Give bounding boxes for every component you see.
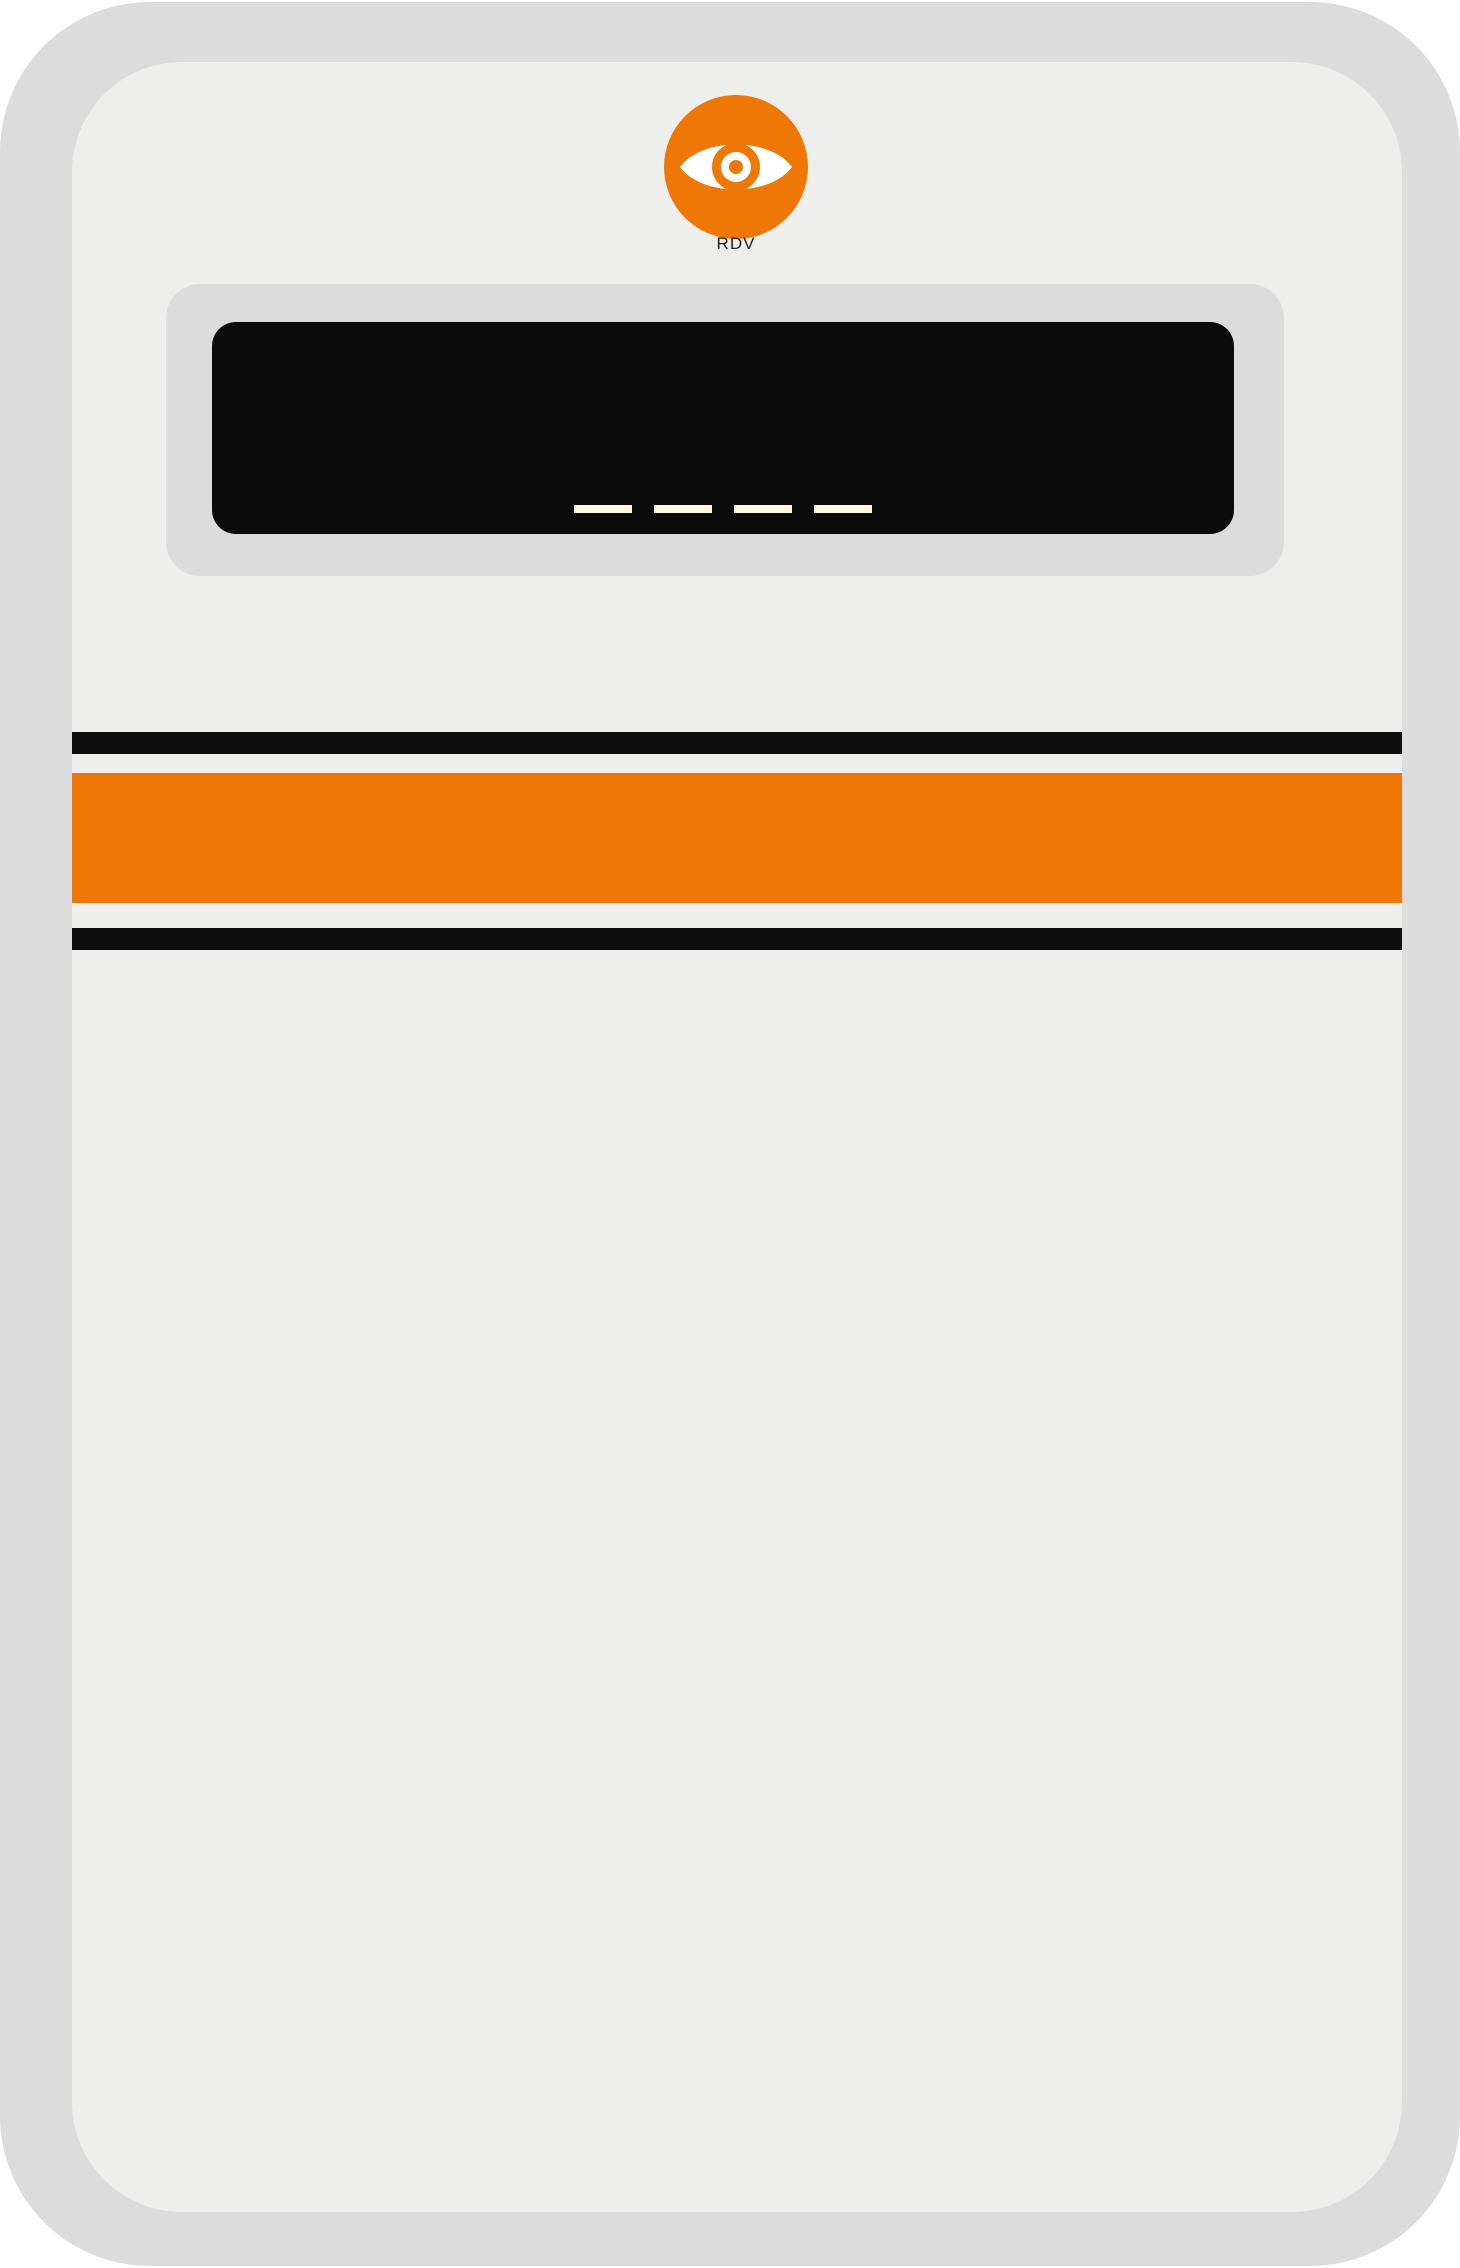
stripe-dark-bottom: [72, 928, 1402, 950]
device-face: RDV: [72, 62, 1402, 2212]
eye-icon: [680, 143, 792, 191]
pin-placeholder: [814, 505, 872, 513]
stripe-dark-top: [72, 732, 1402, 754]
brand-logo: [664, 95, 808, 239]
display-bezel: [166, 284, 1284, 576]
pin-placeholder: [574, 505, 632, 513]
brand-name: RDV: [716, 234, 756, 253]
display-screen: [212, 322, 1234, 534]
pin-placeholder: [734, 505, 792, 513]
device-body: RDV: [0, 2, 1460, 2266]
pin-placeholder: [654, 505, 712, 513]
stripe-accent: [72, 773, 1402, 903]
pin-placeholder-row: [212, 505, 1234, 513]
